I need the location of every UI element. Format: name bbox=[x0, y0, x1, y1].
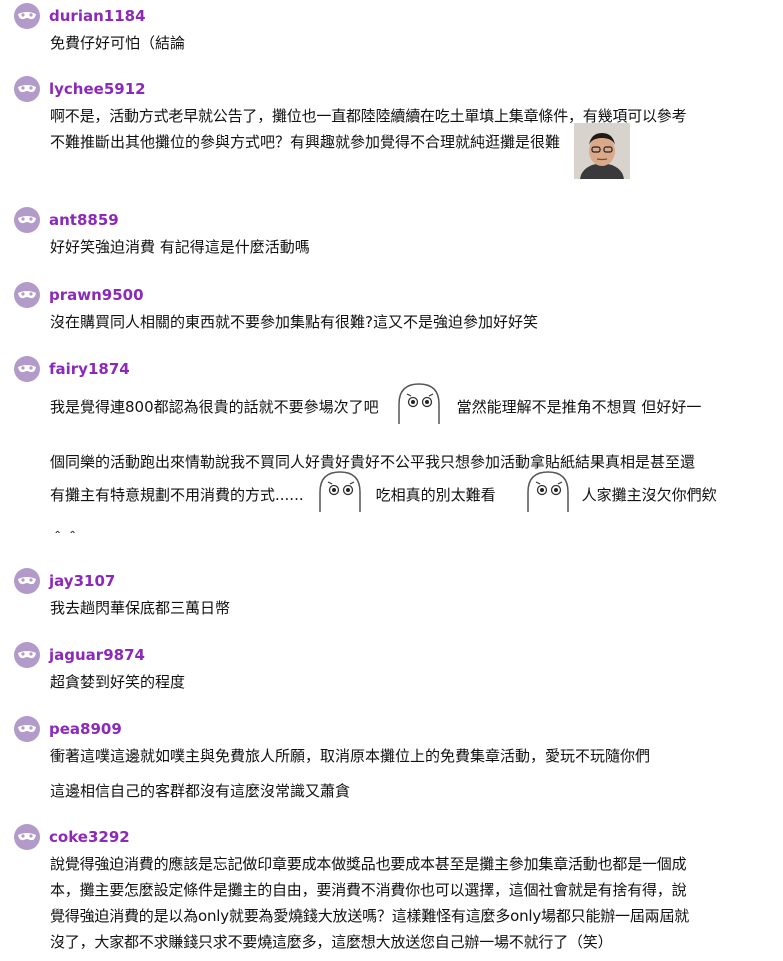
username[interactable]: pea8909 bbox=[49, 720, 122, 738]
mask-avatar-icon[interactable] bbox=[14, 3, 40, 29]
username[interactable]: coke3292 bbox=[49, 828, 130, 846]
comment-body: 免費仔好可怕（結論 bbox=[50, 30, 777, 56]
comment-body: 說覺得強迫消費的應該是忘記做印章要成本做獎品也要成本甚至是攤主參加集章活動也都是… bbox=[50, 851, 777, 955]
comment-text: 超貪婪到好笑的程度 bbox=[50, 673, 186, 691]
comment-line: 我是覺得連800都認為很貴的話就不要參場次了吧 當然能理解不是推角不想買 但好好… bbox=[50, 383, 777, 431]
comment-text: 本，攤主要怎麼設定條件是攤主的自由，要消費不消費你也可以選擇，這個社會就是有捨有… bbox=[50, 881, 687, 899]
comment: coke3292 說覺得強迫消費的應該是忘記做印章要成本做獎品也要成本甚至是攤主… bbox=[14, 823, 777, 955]
comment: ant8859 好好笑強迫消費 有記得這是什麼活動嗎 bbox=[14, 206, 777, 260]
mask-avatar-icon[interactable] bbox=[14, 568, 40, 594]
comment-text: 覺得強迫消費的是以為only就要為愛燒錢大放送嗎？這樣難怪有這麼多only場都只… bbox=[50, 907, 690, 925]
username[interactable]: fairy1874 bbox=[49, 360, 130, 378]
comment-body: 我是覺得連800都認為很貴的話就不要參場次了吧 當然能理解不是推角不想買 但好好… bbox=[50, 383, 777, 553]
user-photo-icon[interactable] bbox=[574, 123, 631, 187]
comment-text: 人家攤主沒欠你們欸 bbox=[581, 486, 717, 504]
mask-avatar-icon[interactable] bbox=[14, 207, 40, 233]
comment: jaguar9874 超貪婪到好笑的程度 bbox=[14, 641, 777, 695]
ghost-sticker-icon bbox=[520, 468, 576, 522]
mask-avatar-icon[interactable] bbox=[14, 642, 40, 668]
comment-text: 有攤主有特意規劃不用消費的方式...... bbox=[50, 486, 304, 504]
comment: prawn9500 沒在購買同人相關的東西就不要參加集點有很難?這又不是強迫參加… bbox=[14, 281, 777, 335]
comment-text: 免費仔好可怕（結論 bbox=[50, 34, 186, 52]
mask-avatar-icon[interactable] bbox=[14, 282, 40, 308]
comment-body: 沒在購買同人相關的東西就不要參加集點有很難?這又不是強迫參加好好笑 bbox=[50, 309, 777, 335]
comment: durian1184 免費仔好可怕（結論 bbox=[14, 2, 777, 56]
comment-header: fairy1874 bbox=[14, 355, 777, 383]
comment-header: ant8859 bbox=[14, 206, 777, 234]
comment-header: durian1184 bbox=[14, 2, 777, 30]
comment-header: prawn9500 bbox=[14, 281, 777, 309]
username[interactable]: prawn9500 bbox=[49, 286, 144, 304]
mask-avatar-icon[interactable] bbox=[14, 356, 40, 382]
comment: jay3107 我去趟閃華保底都三萬日幣 bbox=[14, 567, 777, 621]
comment-line: 有攤主有特意規劃不用消費的方式...... 吃相真的別太難看 人家攤主沒欠你們欸 bbox=[50, 471, 777, 515]
comment-text: 衝著這噗這邊就如噗主與免費旅人所願，取消原本攤位上的免費集章活動，愛玩不玩隨你們 bbox=[50, 747, 651, 765]
comment-header: coke3292 bbox=[14, 823, 777, 851]
comment-text: 這邊相信自己的客群都沒有這麼沒常識又蕭貪 bbox=[50, 782, 351, 800]
comment-text: 我是覺得連800都認為很貴的話就不要參場次了吧 bbox=[50, 398, 379, 416]
mask-avatar-icon[interactable] bbox=[14, 716, 40, 742]
ghost-sticker-icon bbox=[391, 380, 447, 434]
comment-text: 啊不是，活動方式老早就公告了，攤位也一直都陸陸續續在吃土單填上集章條件，有幾項可… bbox=[50, 107, 687, 125]
comment-body: 衝著這噗這邊就如噗主與免費旅人所願，取消原本攤位上的免費集章活動，愛玩不玩隨你們… bbox=[50, 743, 777, 804]
username[interactable]: jaguar9874 bbox=[49, 646, 145, 664]
comment-line: 不難推斷出其他攤位的參與方式吧？有興趣就參加覺得不合理就純逛攤是很難 bbox=[50, 123, 777, 187]
comment-text: 個同樂的活動跑出來情勒說我不買同人好貴好貴好不公平我只想參加活動拿貼紙結果真相是… bbox=[50, 453, 696, 471]
ghost-sticker-icon bbox=[312, 468, 368, 522]
mask-avatar-icon[interactable] bbox=[14, 76, 40, 102]
comment-header: jaguar9874 bbox=[14, 641, 777, 669]
comment-text: 當然能理解不是推角不想買 但好好一 bbox=[456, 398, 702, 416]
comment-text: 沒在購買同人相關的東西就不要參加集點有很難?這又不是強迫參加好好笑 bbox=[50, 313, 538, 331]
comment: pea8909 衝著這噗這邊就如噗主與免費旅人所願，取消原本攤位上的免費集章活動… bbox=[14, 715, 777, 804]
comment-text: ＾＾ bbox=[50, 531, 81, 549]
comment-header: lychee5912 bbox=[14, 75, 777, 103]
comment-text: 我去趟閃華保底都三萬日幣 bbox=[50, 599, 231, 617]
comment-text: 沒了，大家都不求賺錢只求不要燒這麼多，這麼想大放送您自己辦一場不就行了（笑） bbox=[50, 933, 613, 951]
comment-body: 我去趟閃華保底都三萬日幣 bbox=[50, 595, 777, 621]
comment-body: 好好笑強迫消費 有記得這是什麼活動嗎 bbox=[50, 234, 777, 260]
comment-header: jay3107 bbox=[14, 567, 777, 595]
username[interactable]: ant8859 bbox=[49, 211, 119, 229]
comment-header: pea8909 bbox=[14, 715, 777, 743]
comment: fairy1874 我是覺得連800都認為很貴的話就不要參場次了吧 當然能理解不… bbox=[14, 355, 777, 553]
comment-text: 好好笑強迫消費 有記得這是什麼活動嗎 bbox=[50, 238, 310, 256]
username[interactable]: durian1184 bbox=[49, 7, 146, 25]
comment-text: 說覺得強迫消費的應該是忘記做印章要成本做獎品也要成本甚至是攤主參加集章活動也都是… bbox=[50, 855, 687, 873]
comment: lychee5912 啊不是，活動方式老早就公告了，攤位也一直都陸陸續續在吃土單… bbox=[14, 75, 777, 187]
comment-text: 不難推斷出其他攤位的參與方式吧？有興趣就參加覺得不合理就純逛攤是很難 bbox=[50, 133, 561, 151]
comment-body: 超貪婪到好笑的程度 bbox=[50, 669, 777, 695]
mask-avatar-icon[interactable] bbox=[14, 824, 40, 850]
comment-body: 啊不是，活動方式老早就公告了，攤位也一直都陸陸續續在吃土單填上集章條件，有幾項可… bbox=[50, 103, 777, 187]
comment-text: 吃相真的別太難看 bbox=[375, 486, 496, 504]
username[interactable]: lychee5912 bbox=[49, 80, 146, 98]
username[interactable]: jay3107 bbox=[49, 572, 115, 590]
